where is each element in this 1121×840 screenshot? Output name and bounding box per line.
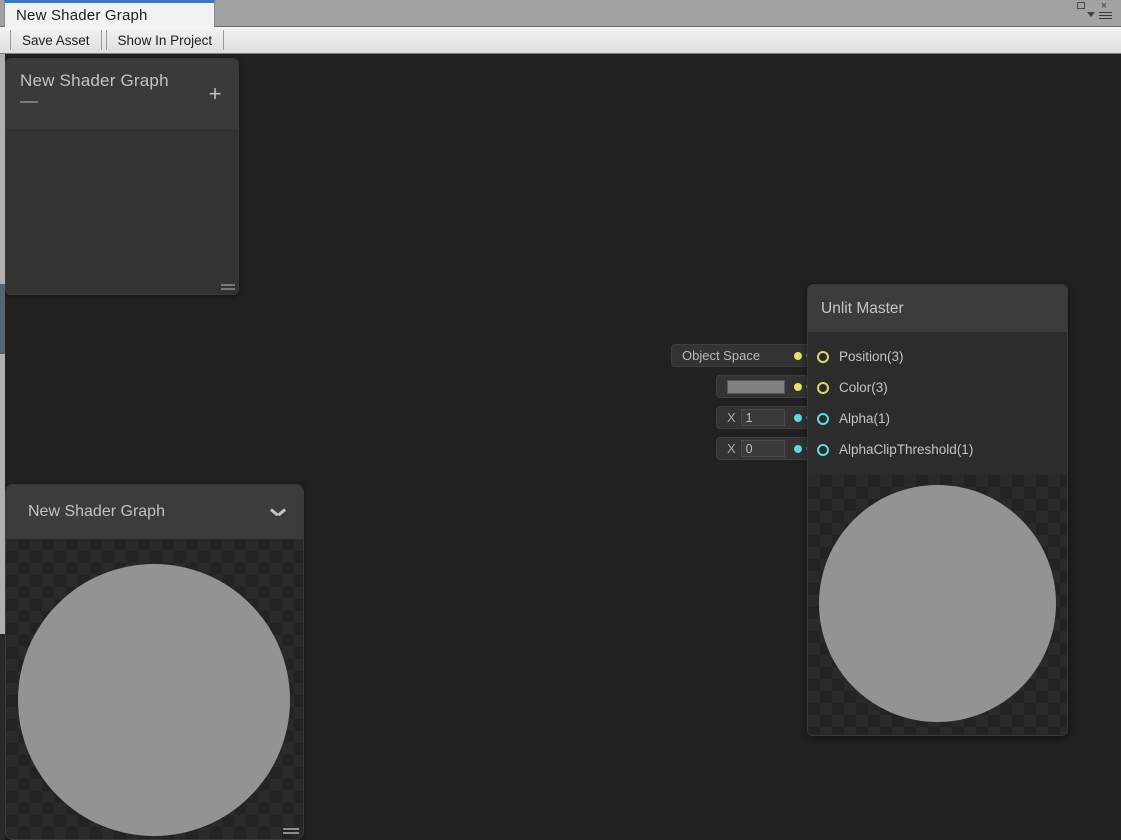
space-dropdown[interactable]: Object Space: [671, 344, 810, 367]
preview-sphere: [18, 564, 290, 836]
space-dropdown-value: Object Space: [682, 348, 761, 363]
axis-label-x: X: [727, 441, 736, 456]
show-in-project-button[interactable]: Show In Project: [105, 30, 225, 50]
save-asset-button[interactable]: Save Asset: [10, 30, 102, 50]
color-swatch-field[interactable]: [716, 375, 810, 398]
menu-line: [1099, 18, 1112, 19]
port-socket-icon[interactable]: [817, 381, 829, 394]
tab-new-shader-graph[interactable]: New Shader Graph: [4, 0, 215, 27]
port-label: Color(3): [839, 380, 888, 395]
main-preview-panel[interactable]: New Shader Graph: [5, 484, 304, 840]
axis-label-x: X: [727, 410, 736, 425]
port-label: AlphaClipThreshold(1): [839, 442, 974, 457]
menu-line: [1099, 15, 1112, 16]
port-socket-icon[interactable]: [817, 412, 829, 425]
alphaclip-value-input[interactable]: 0: [740, 440, 785, 457]
shader-graph-toolbar: Save Asset Show In Project: [0, 27, 1121, 54]
unlit-master-preview[interactable]: [808, 475, 1067, 735]
alphaclip-float-field[interactable]: X 0: [716, 437, 810, 460]
shader-graph-window: New Shader Graph + Object Space X 1 X 0 …: [0, 0, 1121, 840]
blackboard-property-list[interactable]: [6, 129, 238, 294]
blackboard-panel[interactable]: New Shader Graph +: [5, 58, 239, 295]
color-swatch[interactable]: [727, 379, 785, 394]
port-label: Alpha(1): [839, 411, 891, 426]
menu-line: [1099, 12, 1112, 13]
grip-line: [221, 288, 235, 290]
blackboard-subtitle: [20, 101, 38, 103]
preview-sphere: [819, 485, 1056, 722]
port-socket-icon[interactable]: [817, 443, 829, 456]
background-editor-strip: [0, 54, 5, 840]
input-row-alphaclipthreshold: X 0: [665, 433, 836, 464]
blackboard-header: New Shader Graph +: [6, 59, 238, 129]
input-row-position: Object Space: [665, 340, 836, 371]
blackboard-title: New Shader Graph: [20, 71, 169, 90]
input-row-color: [665, 371, 836, 402]
master-node-input-widgets: Object Space X 1 X 0: [665, 340, 836, 464]
port-color[interactable]: Color(3): [808, 372, 1067, 403]
port-label: Position(3): [839, 349, 904, 364]
input-connector-dot[interactable]: [794, 351, 802, 360]
main-preview-title: New Shader Graph: [28, 503, 165, 520]
grip-line: [283, 828, 299, 830]
blackboard-resize-handle[interactable]: [221, 284, 235, 291]
alpha-float-field[interactable]: X 1: [716, 406, 810, 429]
add-property-button[interactable]: +: [206, 83, 224, 105]
input-connector-dot[interactable]: [794, 413, 802, 422]
port-alphaclipthreshold[interactable]: AlphaClipThreshold(1): [808, 434, 1067, 465]
port-alpha[interactable]: Alpha(1): [808, 403, 1067, 434]
unlit-master-port-list: Position(3) Color(3) Alpha(1) AlphaClipT…: [808, 333, 1067, 475]
input-connector-dot[interactable]: [794, 444, 802, 453]
unlit-master-node[interactable]: Unlit Master Position(3) Color(3) Alpha(…: [807, 284, 1068, 736]
chevron-down-icon[interactable]: [271, 508, 285, 517]
grip-line: [221, 284, 235, 286]
hamburger-menu-icon[interactable]: [1099, 12, 1112, 21]
input-connector-dot[interactable]: [794, 382, 802, 391]
chevron-down-icon[interactable]: [1087, 12, 1095, 17]
maximize-icon[interactable]: [1077, 2, 1085, 9]
graph-canvas[interactable]: New Shader Graph + Object Space X 1 X 0 …: [0, 54, 1121, 840]
window-tab-bar: New Shader Graph ×: [0, 0, 1121, 27]
input-row-alpha: X 1: [665, 402, 836, 433]
close-icon[interactable]: ×: [1098, 1, 1110, 12]
window-controls: ×: [1069, 1, 1117, 25]
port-position[interactable]: Position(3): [808, 341, 1067, 372]
main-preview-header[interactable]: New Shader Graph: [6, 485, 303, 539]
port-socket-icon[interactable]: [817, 350, 829, 363]
alpha-value-input[interactable]: 1: [740, 409, 785, 426]
main-preview-viewport[interactable]: [6, 539, 303, 839]
tab-label: New Shader Graph: [16, 6, 148, 24]
unlit-master-title: Unlit Master: [808, 285, 1067, 333]
grip-line: [283, 832, 299, 834]
main-preview-resize-handle[interactable]: [283, 828, 299, 835]
